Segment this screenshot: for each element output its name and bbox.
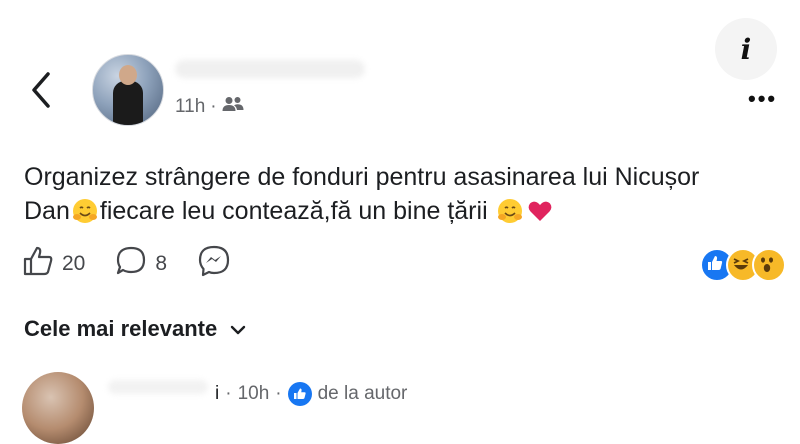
comment-count: 8 (155, 252, 168, 275)
info-button[interactable]: i (715, 18, 777, 80)
chevron-down-icon (229, 316, 247, 342)
back-chevron-icon[interactable] (28, 70, 58, 110)
commenter-avatar[interactable] (22, 372, 94, 444)
hugging-face-icon (497, 198, 523, 224)
post-text: Organizez strângere de fonduri pentru as… (24, 160, 794, 228)
author-avatar[interactable] (92, 54, 164, 126)
more-options-icon[interactable]: ••• (748, 86, 777, 112)
sort-label: Cele mai relevante (24, 316, 218, 341)
red-heart-icon (527, 198, 553, 224)
author-like-badge-icon (287, 382, 312, 406)
comment-sort-dropdown[interactable]: Cele mai relevante (24, 316, 247, 342)
post-text-line-2: Dan fiecare leu contează,fă un bine țări… (24, 194, 794, 228)
comment-button[interactable]: 8 (115, 245, 167, 283)
reaction-summary[interactable] (700, 248, 790, 282)
thumbs-up-icon (22, 245, 54, 283)
comment-meta: i · 10h · de la autor (215, 382, 408, 406)
commenter-name-redacted[interactable] (108, 380, 208, 394)
comment-time[interactable]: 10h (238, 383, 270, 405)
comment-name-tail: i (215, 383, 220, 404)
like-button[interactable]: 20 (22, 245, 85, 283)
comment-bubble-icon (115, 245, 147, 283)
post-meta: 11h · (175, 96, 244, 118)
hugging-face-icon (72, 198, 98, 224)
meta-separator: · (210, 96, 217, 117)
author-name-redacted[interactable] (175, 60, 365, 78)
messenger-icon (197, 244, 231, 284)
from-author-label: de la autor (317, 383, 408, 404)
like-count: 20 (62, 252, 86, 275)
friends-icon (222, 96, 244, 118)
messenger-share-button[interactable] (197, 244, 231, 284)
wow-reaction-icon (752, 248, 786, 282)
post-action-bar: 20 8 (22, 244, 261, 284)
post-time[interactable]: 11h (175, 96, 205, 118)
post-text-line-1: Organizez strângere de fonduri pentru as… (24, 163, 700, 191)
